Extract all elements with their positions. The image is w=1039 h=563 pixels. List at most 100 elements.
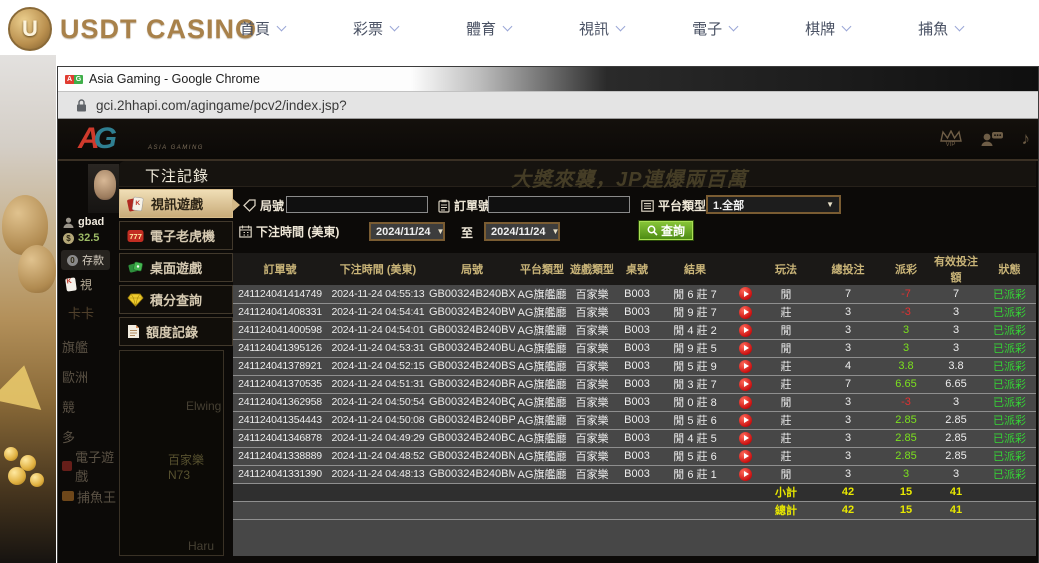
modal-side-panel: Elwing 百家樂N73 Haru (119, 350, 224, 556)
total-row: 總計421541 (233, 501, 1036, 519)
summary-cell (615, 501, 659, 519)
chevron-down-icon (729, 22, 739, 32)
date-to-picker[interactable]: 2024/11/24 ▼ (484, 222, 560, 241)
sidebar-item-slot[interactable]: 777電子老虎機 (119, 221, 233, 250)
table-cell: 6.65 (883, 375, 929, 393)
ag-logo-subtext: ASIA GAMING (148, 145, 204, 151)
nav-item-6[interactable]: 捕魚 (918, 18, 963, 39)
summary-cell: 42 (813, 483, 883, 501)
play-video-button[interactable] (739, 450, 752, 463)
background-menu-item[interactable]: 競 (62, 391, 119, 421)
card-tab-dim[interactable]: 卡卡 (68, 303, 94, 322)
table-cell: 2024-11-24 04:54:01 (327, 321, 429, 339)
table-cell: 百家樂 (569, 375, 615, 393)
sidebar-item-tablegames[interactable]: 桌面遊戲 (119, 253, 233, 282)
order-no-input[interactable] (488, 196, 630, 213)
nav-item-3[interactable]: 視訊 (579, 18, 624, 39)
table-cell: -3 (883, 303, 929, 321)
play-video-button[interactable] (739, 396, 752, 409)
table-cell: AG旗艦廳 (515, 393, 569, 411)
play-video-button[interactable] (739, 468, 752, 481)
background-menu-item[interactable]: 電子遊戲 (62, 451, 119, 481)
lock-icon (76, 99, 87, 112)
music-icon[interactable]: ♪ (1022, 131, 1031, 147)
date-from-picker[interactable]: 2024/11/24 ▼ (369, 222, 445, 241)
platform-type-label: 平台類型 (658, 197, 706, 214)
summary-cell (983, 501, 1036, 519)
table-cell: 閒 (759, 339, 813, 357)
table-cell: 241124041414749 (233, 285, 327, 303)
chrome-titlebar[interactable]: AG Asia Gaming - Google Chrome (58, 67, 1038, 91)
nav-item-label: 視訊 (579, 18, 609, 39)
play-video-button[interactable] (739, 360, 752, 373)
play-cell (731, 303, 759, 321)
round-no-input[interactable] (286, 196, 428, 213)
background-menu-item[interactable]: 旗艦 (62, 331, 119, 361)
table-cell: 3 (883, 339, 929, 357)
nav-item-0[interactable]: 首頁 (240, 18, 285, 39)
ag-logo[interactable]: AG (78, 122, 117, 156)
summary-cell: 42 (813, 501, 883, 519)
nav-item-5[interactable]: 棋牌 (805, 18, 850, 39)
table-cell: 241124041370535 (233, 375, 327, 393)
summary-cell (515, 501, 569, 519)
table-cell: 百家樂 (569, 303, 615, 321)
nav-item-1[interactable]: 彩票 (353, 18, 398, 39)
table-cell: 7 (929, 285, 983, 303)
table-cell: 241124041395126 (233, 339, 327, 357)
play-video-button[interactable] (739, 414, 752, 427)
table-cell: 已派彩 (983, 411, 1036, 429)
sidebar-item-cards[interactable]: K視訊遊戲 (119, 189, 233, 218)
sidebar-item-label: 視訊遊戲 (151, 194, 203, 213)
play-video-button[interactable] (739, 324, 752, 337)
customer-service-icon[interactable] (980, 131, 1004, 147)
nav-item-2[interactable]: 體育 (466, 18, 511, 39)
table-cell: 241124041408331 (233, 303, 327, 321)
balance-text: 32.5 (78, 232, 99, 244)
play-cell (731, 429, 759, 447)
coin-graphic (30, 473, 44, 487)
table-cell: B003 (615, 285, 659, 303)
platform-type-select[interactable]: 1.全部 ▼ (706, 195, 841, 214)
summary-cell (983, 483, 1036, 501)
sidebar-item-gem[interactable]: 積分查詢 (119, 285, 233, 314)
dealer-name-dim: Haru (188, 539, 214, 553)
play-video-button[interactable] (739, 287, 752, 300)
table-cell: 已派彩 (983, 393, 1036, 411)
play-video-button[interactable] (739, 306, 752, 319)
play-video-button[interactable] (739, 342, 752, 355)
table-cell: 2.85 (929, 411, 983, 429)
sidebar-item-document[interactable]: 額度記錄 (119, 317, 233, 346)
dealer-name-dim: Elwing (186, 399, 221, 413)
search-button[interactable]: 查詢 (639, 221, 693, 240)
table-cell: 3 (929, 339, 983, 357)
table-cell: 已派彩 (983, 357, 1036, 375)
avatar[interactable] (88, 164, 119, 213)
chrome-url-bar[interactable]: gci.2hhapi.com/agingame/pcv2/index.jsp? (58, 91, 1038, 119)
deposit-button[interactable]: 0 存款 (61, 250, 110, 270)
table-cell: 百家樂 (569, 447, 615, 465)
chrome-popup-window: AG Asia Gaming - Google Chrome gci.2hhap… (57, 66, 1039, 563)
table-row: 2411240413951262024-11-24 04:53:31GB0032… (233, 339, 1036, 357)
column-header: 局號 (429, 253, 515, 285)
play-video-button[interactable] (739, 378, 752, 391)
background-menu-item[interactable]: 歐洲 (62, 361, 119, 391)
filter-bar: 局號 訂單號 平台類型 1.全部 ▼ (233, 187, 1036, 253)
vip-icon[interactable]: VIP (940, 130, 962, 148)
to-label: 至 (461, 224, 473, 241)
site-logo[interactable]: U USDT CASINO (8, 7, 257, 51)
summary-cell (233, 483, 327, 501)
column-header: 派彩 (883, 253, 929, 285)
play-video-button[interactable] (739, 432, 752, 445)
background-menu-item[interactable]: 捕魚王 (62, 481, 119, 511)
table-row: 2411240414083312024-11-24 04:54:41GB0032… (233, 303, 1036, 321)
table-cell: 已派彩 (983, 285, 1036, 303)
video-games-tab-dim[interactable]: K 視 (66, 276, 92, 293)
table-cell: 閒 9 莊 7 (659, 303, 731, 321)
nav-item-4[interactable]: 電子 (692, 18, 737, 39)
play-cell (731, 411, 759, 429)
svg-text:777: 777 (129, 232, 142, 241)
deposit-icon: 0 (67, 255, 78, 266)
table-cell: 閒 (759, 465, 813, 483)
table-cell: 百家樂 (569, 339, 615, 357)
